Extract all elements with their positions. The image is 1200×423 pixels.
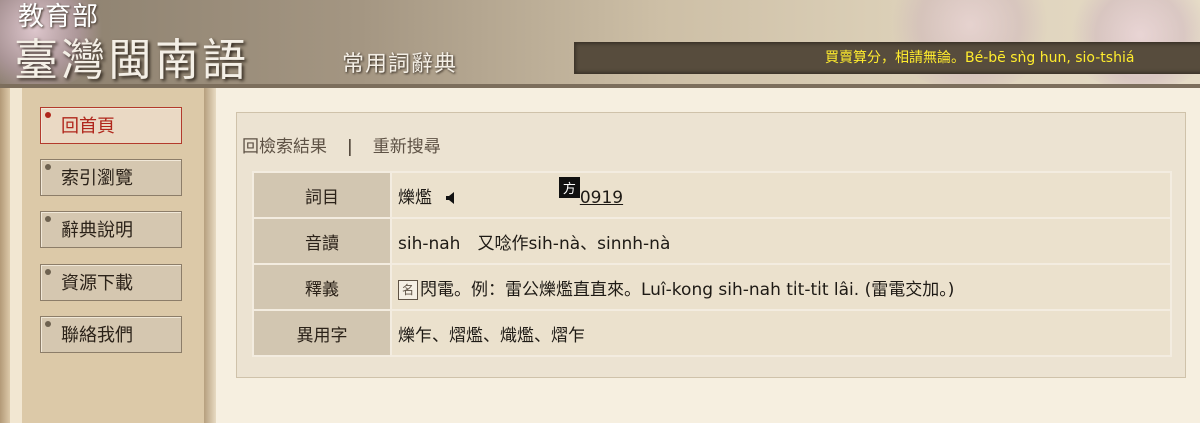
nav-separator: | [347, 137, 353, 157]
headword-label: 詞目 [252, 171, 392, 219]
entry-number-link[interactable]: 0919 [580, 188, 623, 208]
pronunciation-label: 音讀 [252, 217, 392, 265]
entry-table: 詞目 爍爁 方 0919 音讀 sih-nah 又唸作sih-nà、sinnh-n… [252, 171, 1172, 357]
nav-home-button[interactable]: 回首頁 [40, 107, 182, 144]
dialect-badge: 方 [558, 176, 580, 198]
main-content: 回檢索結果 | 重新搜尋 詞目 爍爁 方 0919 音讀 sih-nah 又唸作sih… [216, 88, 1200, 423]
site-header: 教育部 臺灣閩南語 常用詞辭典 買賣算分，相請無論。Bé-bē sǹg hun,… [0, 0, 1200, 88]
table-row: 音讀 sih-nah 又唸作sih-nà、sinnh-nà [252, 217, 1172, 265]
headword-cell: 爍爁 方 0919 [390, 171, 1172, 219]
site-subtitle: 常用詞辭典 [342, 52, 458, 77]
part-of-speech-badge: 名 [398, 279, 418, 300]
site-title[interactable]: 臺灣閩南語 [14, 24, 249, 88]
definition-label: 釋義 [252, 263, 392, 311]
definition-cell: 名閃電。例：雷公爍爁直直來。Luî-kong sih-nah ti̍t-ti̍t… [390, 263, 1172, 311]
nav-index-browse-button[interactable]: 索引瀏覽 [40, 159, 182, 196]
back-to-results-link[interactable]: 回檢索結果 [242, 137, 327, 157]
variants-text: 爍乍、熠爁、熾爁、熠乍 [390, 309, 1172, 357]
panel-navigation: 回檢索結果 | 重新搜尋 [242, 132, 441, 157]
proverb-marquee: 買賣算分，相請無論。Bé-bē sǹg hun, sio-tshiá [574, 42, 1200, 74]
sidebar-border [0, 88, 10, 423]
new-search-link[interactable]: 重新搜尋 [373, 137, 441, 157]
speaker-icon[interactable] [445, 191, 459, 205]
nav-downloads-button[interactable]: 資源下載 [40, 264, 182, 301]
table-row: 釋義 名閃電。例：雷公爍爁直直來。Luî-kong sih-nah ti̍t-t… [252, 263, 1172, 311]
pronunciation-text: sih-nah 又唸作sih-nà、sinnh-nà [390, 217, 1172, 265]
definition-text: 閃電。例：雷公爍爁直直來。Luî-kong sih-nah ti̍t-ti̍t … [420, 279, 955, 300]
variants-label: 異用字 [252, 309, 392, 357]
nav-dictionary-guide-button[interactable]: 辭典說明 [40, 211, 182, 248]
table-row: 詞目 爍爁 方 0919 [252, 171, 1172, 219]
headword-text: 爍爁 [398, 187, 432, 208]
marquee-text: 買賣算分，相請無論。Bé-bē sǹg hun, sio-tshiá [825, 50, 1135, 66]
nav-contact-button[interactable]: 聯絡我們 [40, 316, 182, 353]
sidebar-border [204, 88, 216, 423]
table-row: 異用字 爍乍、熠爁、熾爁、熠乍 [252, 309, 1172, 357]
